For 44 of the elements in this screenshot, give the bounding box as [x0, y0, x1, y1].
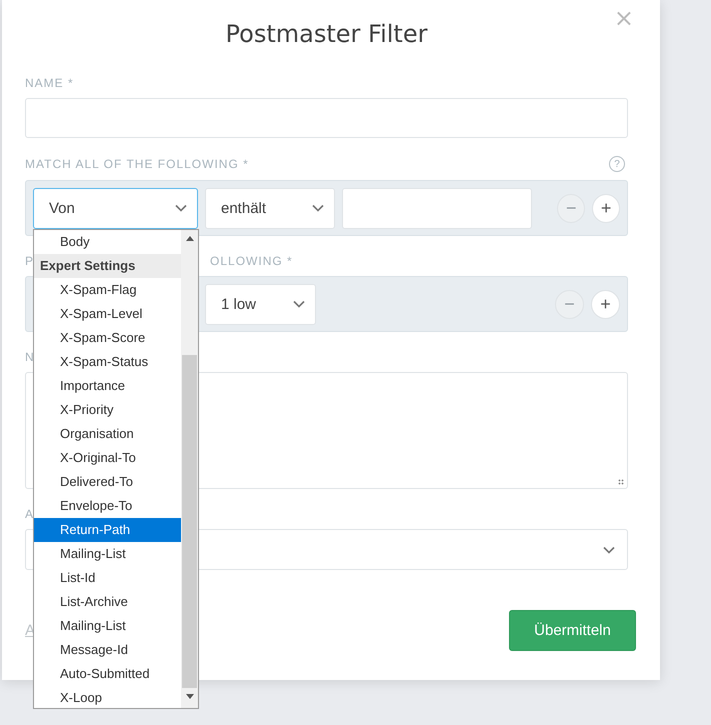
chevron-icon [175, 204, 187, 212]
dropdown-option[interactable]: X-Spam-Flag [34, 278, 181, 302]
value-field[interactable] [342, 188, 532, 228]
dropdown-option[interactable]: X-Priority [34, 398, 181, 422]
dropdown-option[interactable]: Importance [34, 374, 181, 398]
field-label: N [25, 350, 35, 364]
field-label: P [25, 254, 34, 268]
dropdown-option[interactable]: X-Spam-Level [34, 302, 181, 326]
field-label: A [25, 507, 34, 521]
dropdown-option[interactable]: X-Original-To [34, 446, 181, 470]
resize-grip-icon[interactable] [618, 479, 624, 485]
dropdown-option[interactable]: X-Loop [34, 686, 181, 710]
dropdown-option[interactable]: Body [34, 230, 181, 254]
chevron-icon [603, 546, 615, 554]
scroll-down-icon[interactable] [186, 694, 194, 698]
dropdown-option[interactable]: Organisation [34, 422, 181, 446]
dropdown-option[interactable]: List-Archive [34, 590, 181, 614]
field-label: MATCH ALL OF THE FOLLOWING * [25, 157, 249, 171]
operator-select[interactable]: enthält [205, 188, 336, 228]
dropdown-option[interactable]: Message-Id [34, 638, 181, 662]
dropdown-option[interactable]: Mailing-List [34, 614, 181, 638]
dropdown-option[interactable]: Mailing-List [34, 542, 181, 566]
scrollbar-thumb[interactable] [182, 354, 197, 688]
dialog-title: Postmaster Filter [226, 20, 428, 48]
add-button[interactable]: + [592, 194, 620, 222]
chevron-icon [293, 300, 305, 308]
dropdown-option[interactable]: X-Spam-Score [34, 326, 181, 350]
field-label: OLLOWING * [210, 254, 293, 268]
scrollbar[interactable] [181, 230, 198, 708]
add-button[interactable]: + [591, 290, 620, 318]
dropdown-option[interactable]: Return-Path [34, 518, 181, 542]
chevron-icon [312, 204, 324, 212]
field-label: NAME * [25, 76, 74, 90]
attribute-select[interactable]: Von [33, 188, 198, 228]
name-field[interactable] [25, 98, 628, 138]
scroll-up-icon[interactable] [186, 236, 194, 240]
value-select[interactable]: 1 low [205, 284, 316, 324]
option-group-header: Expert Settings [34, 254, 181, 278]
dropdown-option[interactable]: Auto-Submitted [34, 662, 181, 686]
dropdown-option[interactable]: Envelope-To [34, 494, 181, 518]
dropdown-option[interactable]: X-Spam-Status [34, 350, 181, 374]
note-field[interactable] [25, 372, 628, 489]
dropdown-option[interactable]: List-Id [34, 566, 181, 590]
dropdown-option[interactable]: Delivered-To [34, 470, 181, 494]
